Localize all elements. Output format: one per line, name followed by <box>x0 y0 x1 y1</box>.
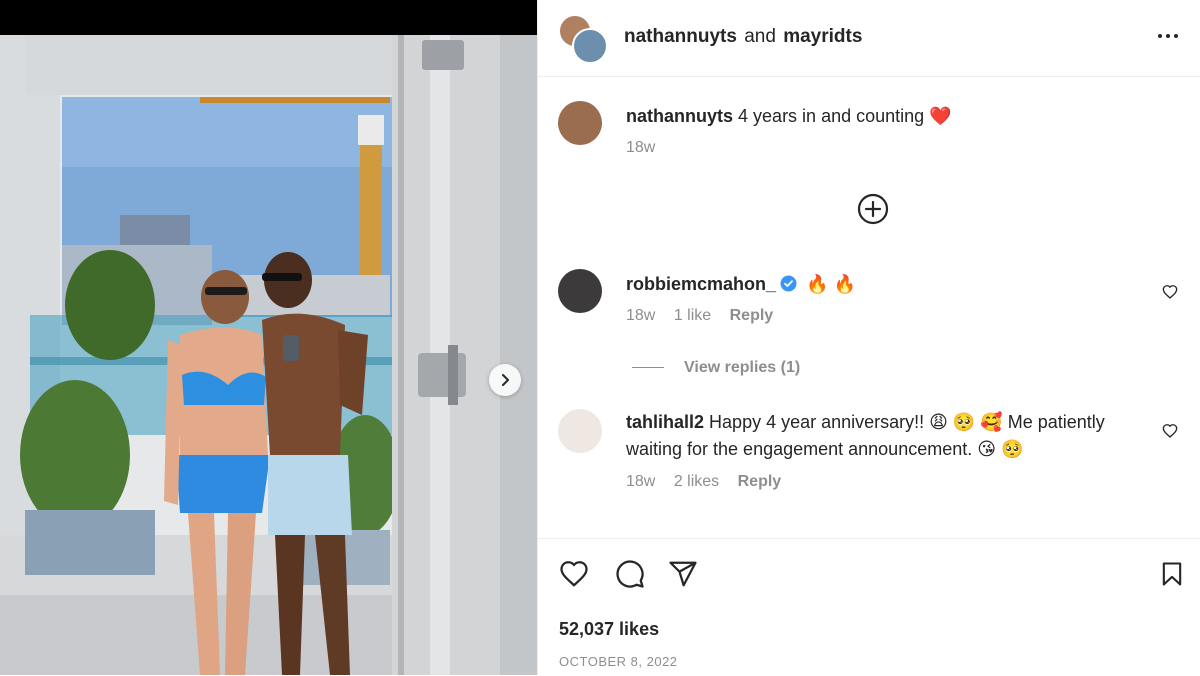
divider-line <box>632 367 664 369</box>
caption-body: 4 years in and counting <box>738 106 925 126</box>
post-media <box>0 0 537 675</box>
comment-like-count[interactable]: 1 like <box>674 307 711 324</box>
post-photo[interactable] <box>0 35 537 675</box>
caption-meta: 18w <box>626 139 669 157</box>
avatar[interactable] <box>558 269 602 313</box>
comment-body: 🔥 🔥 <box>806 274 856 294</box>
reply-button[interactable]: Reply <box>730 307 774 324</box>
avatar[interactable] <box>558 101 602 145</box>
comment-text: tahlihall2 Happy 4 year anniversary!! 😩 … <box>626 409 1136 463</box>
more-options-button[interactable] <box>1153 24 1183 48</box>
comment-text: robbiemcmahon_ 🔥 🔥 <box>626 271 1136 298</box>
collab-avatars[interactable] <box>558 14 608 64</box>
caption-text: nathannuyts 4 years in and counting ❤️ <box>626 103 1136 130</box>
view-replies-button[interactable]: View replies (1) <box>632 359 800 377</box>
comment-meta: 18w 2 likes Reply <box>626 473 795 491</box>
post-sidebar: nathannuyts and mayridts nathannuyts 4 y… <box>537 0 1200 675</box>
save-button[interactable] <box>1158 559 1186 589</box>
caption-username[interactable]: nathannuyts <box>626 106 733 126</box>
verified-badge-icon <box>780 275 797 292</box>
comment-time[interactable]: 18w <box>626 307 655 324</box>
post-date[interactable]: OCTOBER 8, 2022 <box>559 654 678 669</box>
caption-time[interactable]: 18w <box>626 139 655 156</box>
post-actions: 52,037 likes OCTOBER 8, 2022 <box>538 538 1200 676</box>
like-button[interactable] <box>558 559 590 589</box>
author-link-1[interactable]: nathannuyts <box>624 26 737 47</box>
comment-meta: 18w 1 like Reply <box>626 307 787 325</box>
heart-icon[interactable] <box>1162 423 1178 439</box>
view-replies-label: View replies (1) <box>684 359 801 376</box>
chevron-right-icon <box>502 374 509 386</box>
post-header: nathannuyts and mayridts <box>538 0 1200 77</box>
next-photo-button[interactable] <box>489 364 521 396</box>
comment-time[interactable]: 18w <box>626 473 655 490</box>
avatar-nathannuyts[interactable] <box>572 28 608 64</box>
comment-like-count[interactable]: 2 likes <box>674 473 719 490</box>
plus-circle-icon <box>857 193 889 225</box>
ellipsis-icon <box>1158 34 1162 38</box>
heart-icon[interactable] <box>1162 284 1178 300</box>
author-link-2[interactable]: mayridts <box>783 26 862 47</box>
comment-username[interactable]: tahlihall2 <box>626 412 704 432</box>
ellipsis-dot <box>1174 34 1178 38</box>
post-authors: nathannuyts and mayridts <box>624 26 862 48</box>
caption-emoji: ❤️ <box>929 106 952 126</box>
photo-illustration <box>0 35 537 675</box>
avatar[interactable] <box>558 409 602 453</box>
share-button[interactable] <box>668 559 698 589</box>
ellipsis-dot <box>1166 34 1170 38</box>
reply-button[interactable]: Reply <box>738 473 782 490</box>
comment-username[interactable]: robbiemcmahon_ <box>626 274 776 294</box>
comments-section[interactable]: nathannuyts 4 years in and counting ❤️ 1… <box>538 77 1200 537</box>
author-conjunction: and <box>744 26 776 47</box>
comment-button[interactable] <box>614 559 646 589</box>
load-more-comments-button[interactable] <box>856 192 890 231</box>
like-count[interactable]: 52,037 likes <box>559 619 659 640</box>
